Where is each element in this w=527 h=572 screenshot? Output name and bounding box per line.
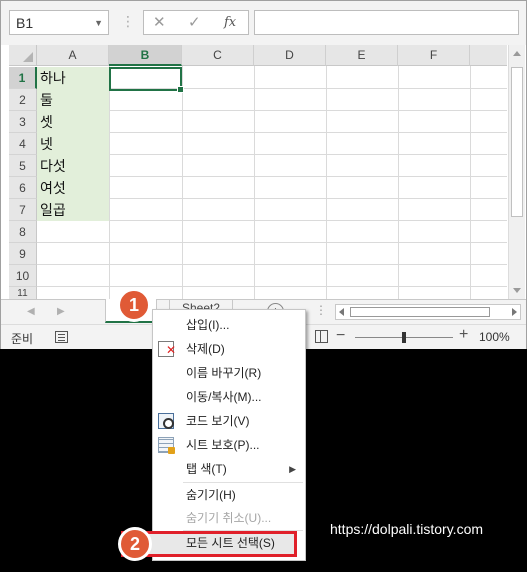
view-code-icon — [158, 413, 174, 429]
enter-icon[interactable]: ✓ — [188, 13, 201, 31]
grid-column-line — [326, 66, 327, 299]
column-header-a[interactable]: A — [37, 45, 109, 66]
row-header-2[interactable]: 2 — [9, 89, 37, 111]
menu-item-insert-label: 삽입(I)... — [186, 318, 230, 332]
grid-column-line — [109, 66, 110, 299]
submenu-arrow-icon: ▶ — [289, 464, 296, 474]
menu-item-select-all-sheets-label: 모든 시트 선택(S) — [186, 536, 275, 550]
cell-a7[interactable]: 일곱 — [37, 199, 109, 221]
grid-column-line — [254, 66, 255, 299]
cell-a1[interactable]: 하나 — [37, 67, 109, 89]
row-header-10[interactable]: 10 — [9, 265, 37, 287]
menu-item-move-copy-label: 이동/복사(M)... — [186, 390, 262, 404]
row-header-6[interactable]: 6 — [9, 177, 37, 199]
menu-item-rename-label: 이름 바꾸기(R) — [186, 366, 262, 380]
next-sheet-icon[interactable]: ▶ — [57, 306, 65, 317]
row-header-11[interactable]: 11 — [9, 287, 37, 299]
excel-window: B1 ▼ ⋮ ✕ ✓ fx A B C D E F 1 2 3 4 5 6 7 … — [0, 0, 527, 349]
column-header-b[interactable]: B — [109, 45, 182, 66]
status-ready: 준비 — [11, 332, 34, 346]
scroll-right-icon[interactable] — [512, 308, 517, 316]
vertical-scrollbar[interactable] — [508, 45, 525, 299]
select-all-corner[interactable] — [9, 45, 37, 66]
menu-item-view-code[interactable]: 코드 보기(V) — [153, 410, 305, 432]
name-box-dropdown-icon[interactable]: ▼ — [94, 18, 103, 28]
row-header-9[interactable]: 9 — [9, 243, 37, 265]
formula-input[interactable] — [254, 10, 519, 35]
grid-column-line — [470, 66, 471, 299]
menu-item-tab-color[interactable]: 탭 색(T) ▶ — [153, 458, 305, 480]
zoom-slider[interactable] — [355, 332, 453, 343]
grid-row — [37, 243, 507, 265]
insert-function-icon[interactable]: fx — [224, 15, 236, 30]
row-header-8[interactable]: 8 — [9, 221, 37, 243]
vertical-scroll-thumb[interactable] — [511, 67, 523, 217]
delete-sheet-icon — [158, 339, 176, 361]
worksheet-grid[interactable]: A B C D E F 1 2 3 4 5 6 7 8 9 10 11 하나 둘… — [9, 45, 507, 299]
formula-bar-grip-icon: ⋮ — [121, 13, 135, 29]
protect-sheet-icon — [158, 437, 175, 454]
cell-a3[interactable]: 셋 — [37, 111, 109, 133]
menu-item-move-copy[interactable]: 이동/복사(M)... — [153, 386, 305, 408]
menu-item-delete-label: 삭제(D) — [186, 342, 225, 356]
macro-record-icon[interactable] — [55, 331, 68, 343]
grid-column-line — [182, 66, 183, 299]
menu-item-protect-sheet[interactable]: 시트 보호(P)... — [153, 434, 305, 456]
zoom-out-button[interactable]: − — [336, 327, 345, 345]
row-header-5[interactable]: 5 — [9, 155, 37, 177]
grid-row — [37, 265, 507, 287]
formula-bar: B1 ▼ ⋮ ✕ ✓ fx — [1, 1, 526, 45]
row-header-1[interactable]: 1 — [9, 67, 37, 89]
page-break-view-icon[interactable] — [315, 330, 328, 343]
row-header-3[interactable]: 3 — [9, 111, 37, 133]
menu-item-view-code-label: 코드 보기(V) — [186, 414, 250, 428]
menu-item-protect-sheet-label: 시트 보호(P)... — [186, 438, 260, 452]
formula-buttons: ✕ ✓ fx — [143, 10, 249, 35]
cell-a4[interactable]: 넷 — [37, 133, 109, 155]
sheet-tab-context-menu: 삽입(I)... 삭제(D) 이름 바꾸기(R) 이동/복사(M)... 코드 … — [121, 309, 306, 561]
cell-a5[interactable]: 다섯 — [37, 155, 109, 177]
menu-item-insert[interactable]: 삽입(I)... — [153, 314, 305, 336]
menu-item-rename[interactable]: 이름 바꾸기(R) — [153, 362, 305, 384]
zoom-in-button[interactable]: + — [459, 326, 468, 344]
column-header-c[interactable]: C — [182, 45, 254, 66]
cell-a6[interactable]: 여섯 — [37, 177, 109, 199]
scroll-down-icon[interactable] — [513, 288, 521, 293]
active-cell-b1[interactable] — [109, 67, 184, 93]
callout-badge-2: 2 — [118, 527, 152, 561]
name-box-value: B1 — [16, 15, 34, 31]
menu-separator — [183, 482, 303, 483]
scroll-up-icon[interactable] — [513, 51, 521, 56]
column-header-f[interactable]: F — [398, 45, 470, 66]
row-header-4[interactable]: 4 — [9, 133, 37, 155]
menu-item-unhide: 숨기기 취소(U)... — [153, 507, 305, 529]
name-box[interactable]: B1 ▼ — [9, 10, 109, 35]
horizontal-scrollbar[interactable] — [335, 304, 521, 320]
blog-watermark: https://dolpali.tistory.com — [330, 521, 484, 537]
row-header-7[interactable]: 7 — [9, 199, 37, 221]
grid-row — [37, 221, 507, 243]
column-header-e[interactable]: E — [326, 45, 398, 66]
tab-splitter-icon[interactable]: ⋮ — [315, 303, 327, 317]
cell-a2[interactable]: 둘 — [37, 89, 109, 111]
scroll-left-icon[interactable] — [339, 308, 344, 316]
zoom-slider-knob[interactable] — [402, 332, 406, 343]
callout-badge-1: 1 — [117, 288, 151, 322]
menu-item-delete[interactable]: 삭제(D) — [153, 338, 305, 361]
column-header-g[interactable] — [470, 45, 507, 66]
column-header-d[interactable]: D — [254, 45, 326, 66]
menu-item-tab-color-label: 탭 색(T) — [186, 462, 227, 476]
menu-item-unhide-label: 숨기기 취소(U)... — [186, 511, 272, 525]
grid-column-line — [398, 66, 399, 299]
zoom-level[interactable]: 100% — [479, 330, 510, 344]
prev-sheet-icon[interactable]: ◀ — [27, 306, 35, 317]
menu-item-hide-label: 숨기기(H) — [186, 488, 236, 502]
cancel-icon[interactable]: ✕ — [153, 13, 166, 31]
horizontal-scroll-thumb[interactable] — [350, 307, 490, 317]
menu-item-hide[interactable]: 숨기기(H) — [153, 484, 305, 506]
